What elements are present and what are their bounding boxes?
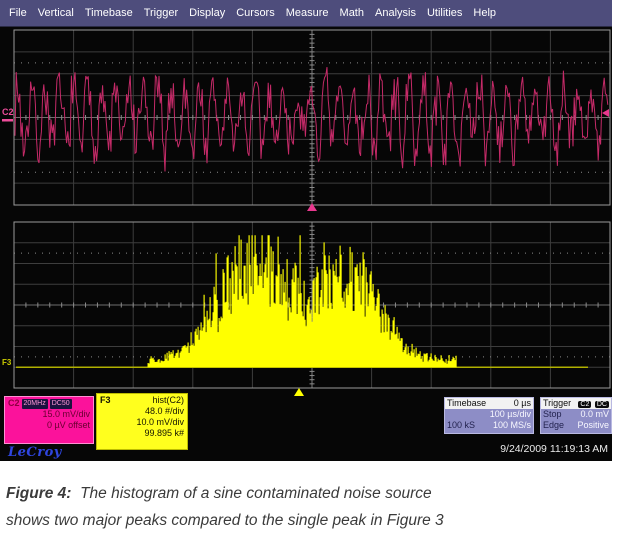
menu-item[interactable]: Help [473, 7, 496, 19]
timebase-title: Timebase [447, 398, 486, 409]
menu-item[interactable]: Trigger [144, 7, 178, 19]
menu-item[interactable]: Cursors [236, 7, 275, 19]
f3-trace-label: F3 [2, 358, 12, 367]
f3-histogram-trace [148, 235, 456, 367]
figure-caption-label: Figure 4: [6, 485, 71, 502]
timebase-offset: 0 µs [514, 398, 531, 409]
menu-item[interactable]: Vertical [38, 7, 74, 19]
top-graticule [14, 30, 610, 205]
menu-item[interactable]: Timebase [85, 7, 133, 19]
menu-item[interactable]: Utilities [427, 7, 462, 19]
menu-bar: File Vertical Timebase Trigger Display Cursor… [0, 0, 612, 27]
lecroy-logo: LeCroy [8, 445, 62, 460]
menu-item[interactable]: Display [189, 7, 225, 19]
c2-volts-per-div: 15.0 mV/div [8, 409, 90, 420]
channel-c2-descriptor[interactable]: C2 20MHz DC50 15.0 mV/div 0 µV offset [4, 396, 94, 444]
oscilloscope-window: File Vertical Timebase Trigger Display Cursor… [0, 0, 612, 461]
trigger-level: 0.0 mV [580, 409, 609, 420]
trigger-source-badge: C2 [578, 401, 591, 408]
figure-caption: Figure 4: The histogram of a sine contam… [6, 480, 458, 534]
menu-item[interactable]: File [9, 7, 27, 19]
trace-f3-descriptor[interactable]: F3 hist(C2) 48.0 #/div 10.0 mV/div 99.89… [96, 393, 188, 450]
c2-bandwidth-badge: 20MHz [22, 399, 48, 409]
trigger-level-marker[interactable] [602, 109, 609, 117]
figure-caption-body: The histogram of a sine contaminated noi… [6, 485, 444, 529]
timebase-panel[interactable]: Timebase 0 µs 100 µs/div 100 kS 100 MS/s [444, 397, 534, 434]
timebase-per-div: 100 µs/div [490, 409, 531, 420]
page: File Vertical Timebase Trigger Display Cursor… [0, 0, 619, 544]
trigger-mode: Stop [543, 409, 562, 420]
trigger-panel[interactable]: Trigger C2 DC Stop 0.0 mV Edge Positive [540, 397, 612, 434]
f3-horizontal-scale: 10.0 mV/div [100, 417, 184, 428]
c2-coupling-badge: DC50 [50, 399, 72, 409]
trigger-title: Trigger [543, 398, 571, 409]
timebase-samples: 100 kS [447, 420, 475, 431]
histogram-mean-marker [294, 388, 304, 396]
trigger-time-marker[interactable] [307, 203, 317, 211]
trigger-type: Edge [543, 420, 564, 431]
f3-vertical-scale: 48.0 #/div [100, 406, 184, 417]
menu-item[interactable]: Math [340, 7, 364, 19]
c2-label: C2 [8, 398, 20, 409]
menu-item[interactable]: Analysis [375, 7, 416, 19]
f3-label: F3 [100, 395, 111, 406]
timebase-rate: 100 MS/s [493, 420, 531, 431]
c2-zero-marker [2, 119, 13, 122]
trigger-slope: Positive [577, 420, 609, 431]
c2-offset: 0 µV offset [8, 420, 90, 431]
menu-item[interactable]: Measure [286, 7, 329, 19]
f3-population: 99.895 k# [100, 428, 184, 439]
trigger-coupling-badge: DC [595, 401, 609, 408]
date-time: 9/24/2009 11:19:13 AM [440, 443, 608, 455]
f3-function: hist(C2) [152, 395, 184, 406]
c2-trace-label: C2 [2, 107, 14, 117]
